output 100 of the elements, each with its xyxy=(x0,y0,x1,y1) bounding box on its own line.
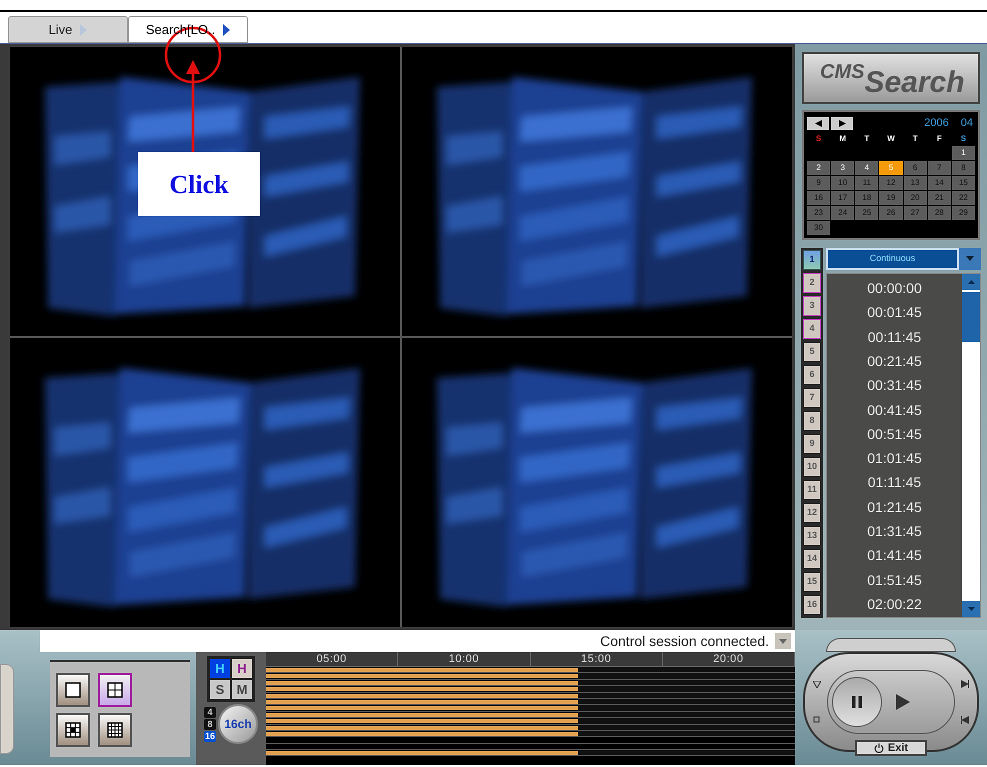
channel-button[interactable]: 4 xyxy=(803,318,821,338)
calendar-day[interactable]: 12 xyxy=(879,176,903,190)
time-list-item[interactable]: 01:11:45 xyxy=(827,470,962,496)
previous-month-button[interactable] xyxy=(807,116,829,130)
layout-button[interactable] xyxy=(56,672,90,706)
time-list-item[interactable]: 00:41:45 xyxy=(827,398,962,422)
layout-button[interactable] xyxy=(56,712,90,746)
calendar-day[interactable]: 9 xyxy=(807,176,830,190)
calendar-day[interactable]: 28 xyxy=(928,206,951,220)
time-list-item[interactable]: 01:01:45 xyxy=(827,446,962,471)
calendar-day[interactable]: 10 xyxy=(831,176,854,190)
calendar-day[interactable]: 18 xyxy=(855,190,878,204)
channel-button[interactable]: 12 xyxy=(803,502,821,522)
calendar-day[interactable]: 1 xyxy=(952,146,975,160)
calendar-day[interactable]: 2 xyxy=(807,160,830,174)
channel-button[interactable]: 8 xyxy=(803,410,821,430)
time-list-item[interactable]: 01:51:45 xyxy=(827,568,962,592)
calendar-day[interactable]: 16 xyxy=(807,190,830,204)
time-list-item[interactable]: 00:31:45 xyxy=(827,374,962,398)
mode-button[interactable]: S xyxy=(210,680,230,699)
calendar-year: 2006 xyxy=(924,116,949,131)
channel-button[interactable]: 5 xyxy=(803,342,821,362)
channel-dial[interactable]: 16ch xyxy=(218,704,258,744)
channel-button[interactable]: 16 xyxy=(803,594,821,614)
hour-label: 05:00 xyxy=(316,652,347,667)
calendar-day[interactable]: 20 xyxy=(904,190,927,204)
logo-text: Search xyxy=(864,68,965,98)
timeline[interactable]: 05:00 10:00 15:00 20:00 xyxy=(266,652,795,765)
record-type-dropdown[interactable]: Continuous xyxy=(826,248,959,270)
time-list-item[interactable]: 00:51:45 xyxy=(827,422,962,446)
channel-button[interactable]: 7 xyxy=(803,388,821,408)
calendar-day[interactable]: 15 xyxy=(952,176,975,190)
pause-icon xyxy=(852,696,862,708)
layout-button[interactable] xyxy=(98,672,132,706)
calendar-day[interactable]: 11 xyxy=(855,176,878,190)
mode-button[interactable]: H xyxy=(210,659,230,678)
mode-button[interactable]: H xyxy=(232,659,252,678)
calendar-day[interactable]: 4 xyxy=(855,160,878,174)
down-arrow-icon xyxy=(779,638,787,644)
time-list-item[interactable]: 01:21:45 xyxy=(827,495,962,520)
calendar-day[interactable]: 27 xyxy=(904,206,927,220)
mode-button[interactable]: M xyxy=(232,680,252,699)
logo-text: CMS xyxy=(820,62,864,82)
time-list-item[interactable]: 00:11:45 xyxy=(827,325,962,350)
time-list-item[interactable]: 00:01:45 xyxy=(827,300,962,326)
channel-button[interactable]: 11 xyxy=(803,480,821,500)
skip-icon xyxy=(961,680,969,688)
calendar-day[interactable]: 3 xyxy=(831,160,854,174)
dropdown-button[interactable] xyxy=(959,248,981,270)
channel-count-button[interactable]: 4 xyxy=(204,706,216,718)
channel-button[interactable]: 1 xyxy=(803,250,821,270)
time-list-item[interactable]: 02:00:22 xyxy=(827,592,962,616)
calendar-day[interactable]: 8 xyxy=(952,160,975,174)
calendar-day[interactable]: 13 xyxy=(904,176,927,190)
layout-grid-icon xyxy=(64,720,82,738)
layout-button[interactable] xyxy=(98,712,132,746)
calendar-day[interactable]: 17 xyxy=(831,190,854,204)
calendar-day[interactable]: 24 xyxy=(831,206,854,220)
channel-button[interactable]: 2 xyxy=(803,272,821,292)
channel-button[interactable]: 14 xyxy=(803,548,821,568)
layout-grid-icon xyxy=(64,680,82,698)
calendar-day[interactable]: 6 xyxy=(904,160,927,174)
side-handle[interactable] xyxy=(0,664,14,754)
channel-count-button[interactable]: 8 xyxy=(204,718,216,730)
calendar-day[interactable]: 26 xyxy=(879,206,903,220)
scrollbar[interactable] xyxy=(962,274,980,616)
layout-grid-icon xyxy=(106,680,124,698)
calendar-day[interactable]: 23 xyxy=(807,206,830,220)
next-month-button[interactable] xyxy=(831,116,853,130)
status-dropdown-button[interactable] xyxy=(775,633,791,649)
square-icon xyxy=(813,716,820,723)
channel-count-button[interactable]: 16 xyxy=(204,730,216,742)
calendar-day[interactable]: 22 xyxy=(952,190,975,204)
calendar-day[interactable]: 30 xyxy=(807,220,830,234)
tab[interactable]: Live xyxy=(8,16,128,43)
scrollbar-thumb[interactable] xyxy=(962,292,980,342)
channel-button[interactable]: 6 xyxy=(803,364,821,384)
left-arrow-icon xyxy=(814,120,822,127)
pause-button[interactable] xyxy=(832,677,882,727)
calendar-day[interactable]: 25 xyxy=(855,206,878,220)
calendar-day[interactable]: 7 xyxy=(928,160,951,174)
calendar-day[interactable]: 21 xyxy=(928,190,951,204)
channel-button[interactable]: 3 xyxy=(803,296,821,316)
weekday-label: S xyxy=(814,132,822,144)
time-list-item[interactable]: 01:31:45 xyxy=(827,519,962,544)
power-icon xyxy=(874,743,884,753)
channel-button[interactable]: 10 xyxy=(803,456,821,476)
calendar-day[interactable]: 19 xyxy=(879,190,903,204)
channel-button[interactable]: 13 xyxy=(803,526,821,546)
calendar-day[interactable]: 14 xyxy=(928,176,951,190)
time-list-item[interactable]: 01:41:45 xyxy=(827,544,962,568)
calendar-day[interactable]: 29 xyxy=(952,206,975,220)
exit-button[interactable]: Exit xyxy=(855,740,927,756)
play-icon xyxy=(896,694,910,710)
channel-button[interactable]: 9 xyxy=(803,434,821,454)
channel-button[interactable]: 15 xyxy=(803,572,821,592)
right-arrow-icon xyxy=(838,120,846,127)
time-list-item[interactable]: 00:21:45 xyxy=(827,349,962,374)
play-button[interactable] xyxy=(896,694,910,710)
time-list-item[interactable]: 00:00:00 xyxy=(827,276,962,301)
